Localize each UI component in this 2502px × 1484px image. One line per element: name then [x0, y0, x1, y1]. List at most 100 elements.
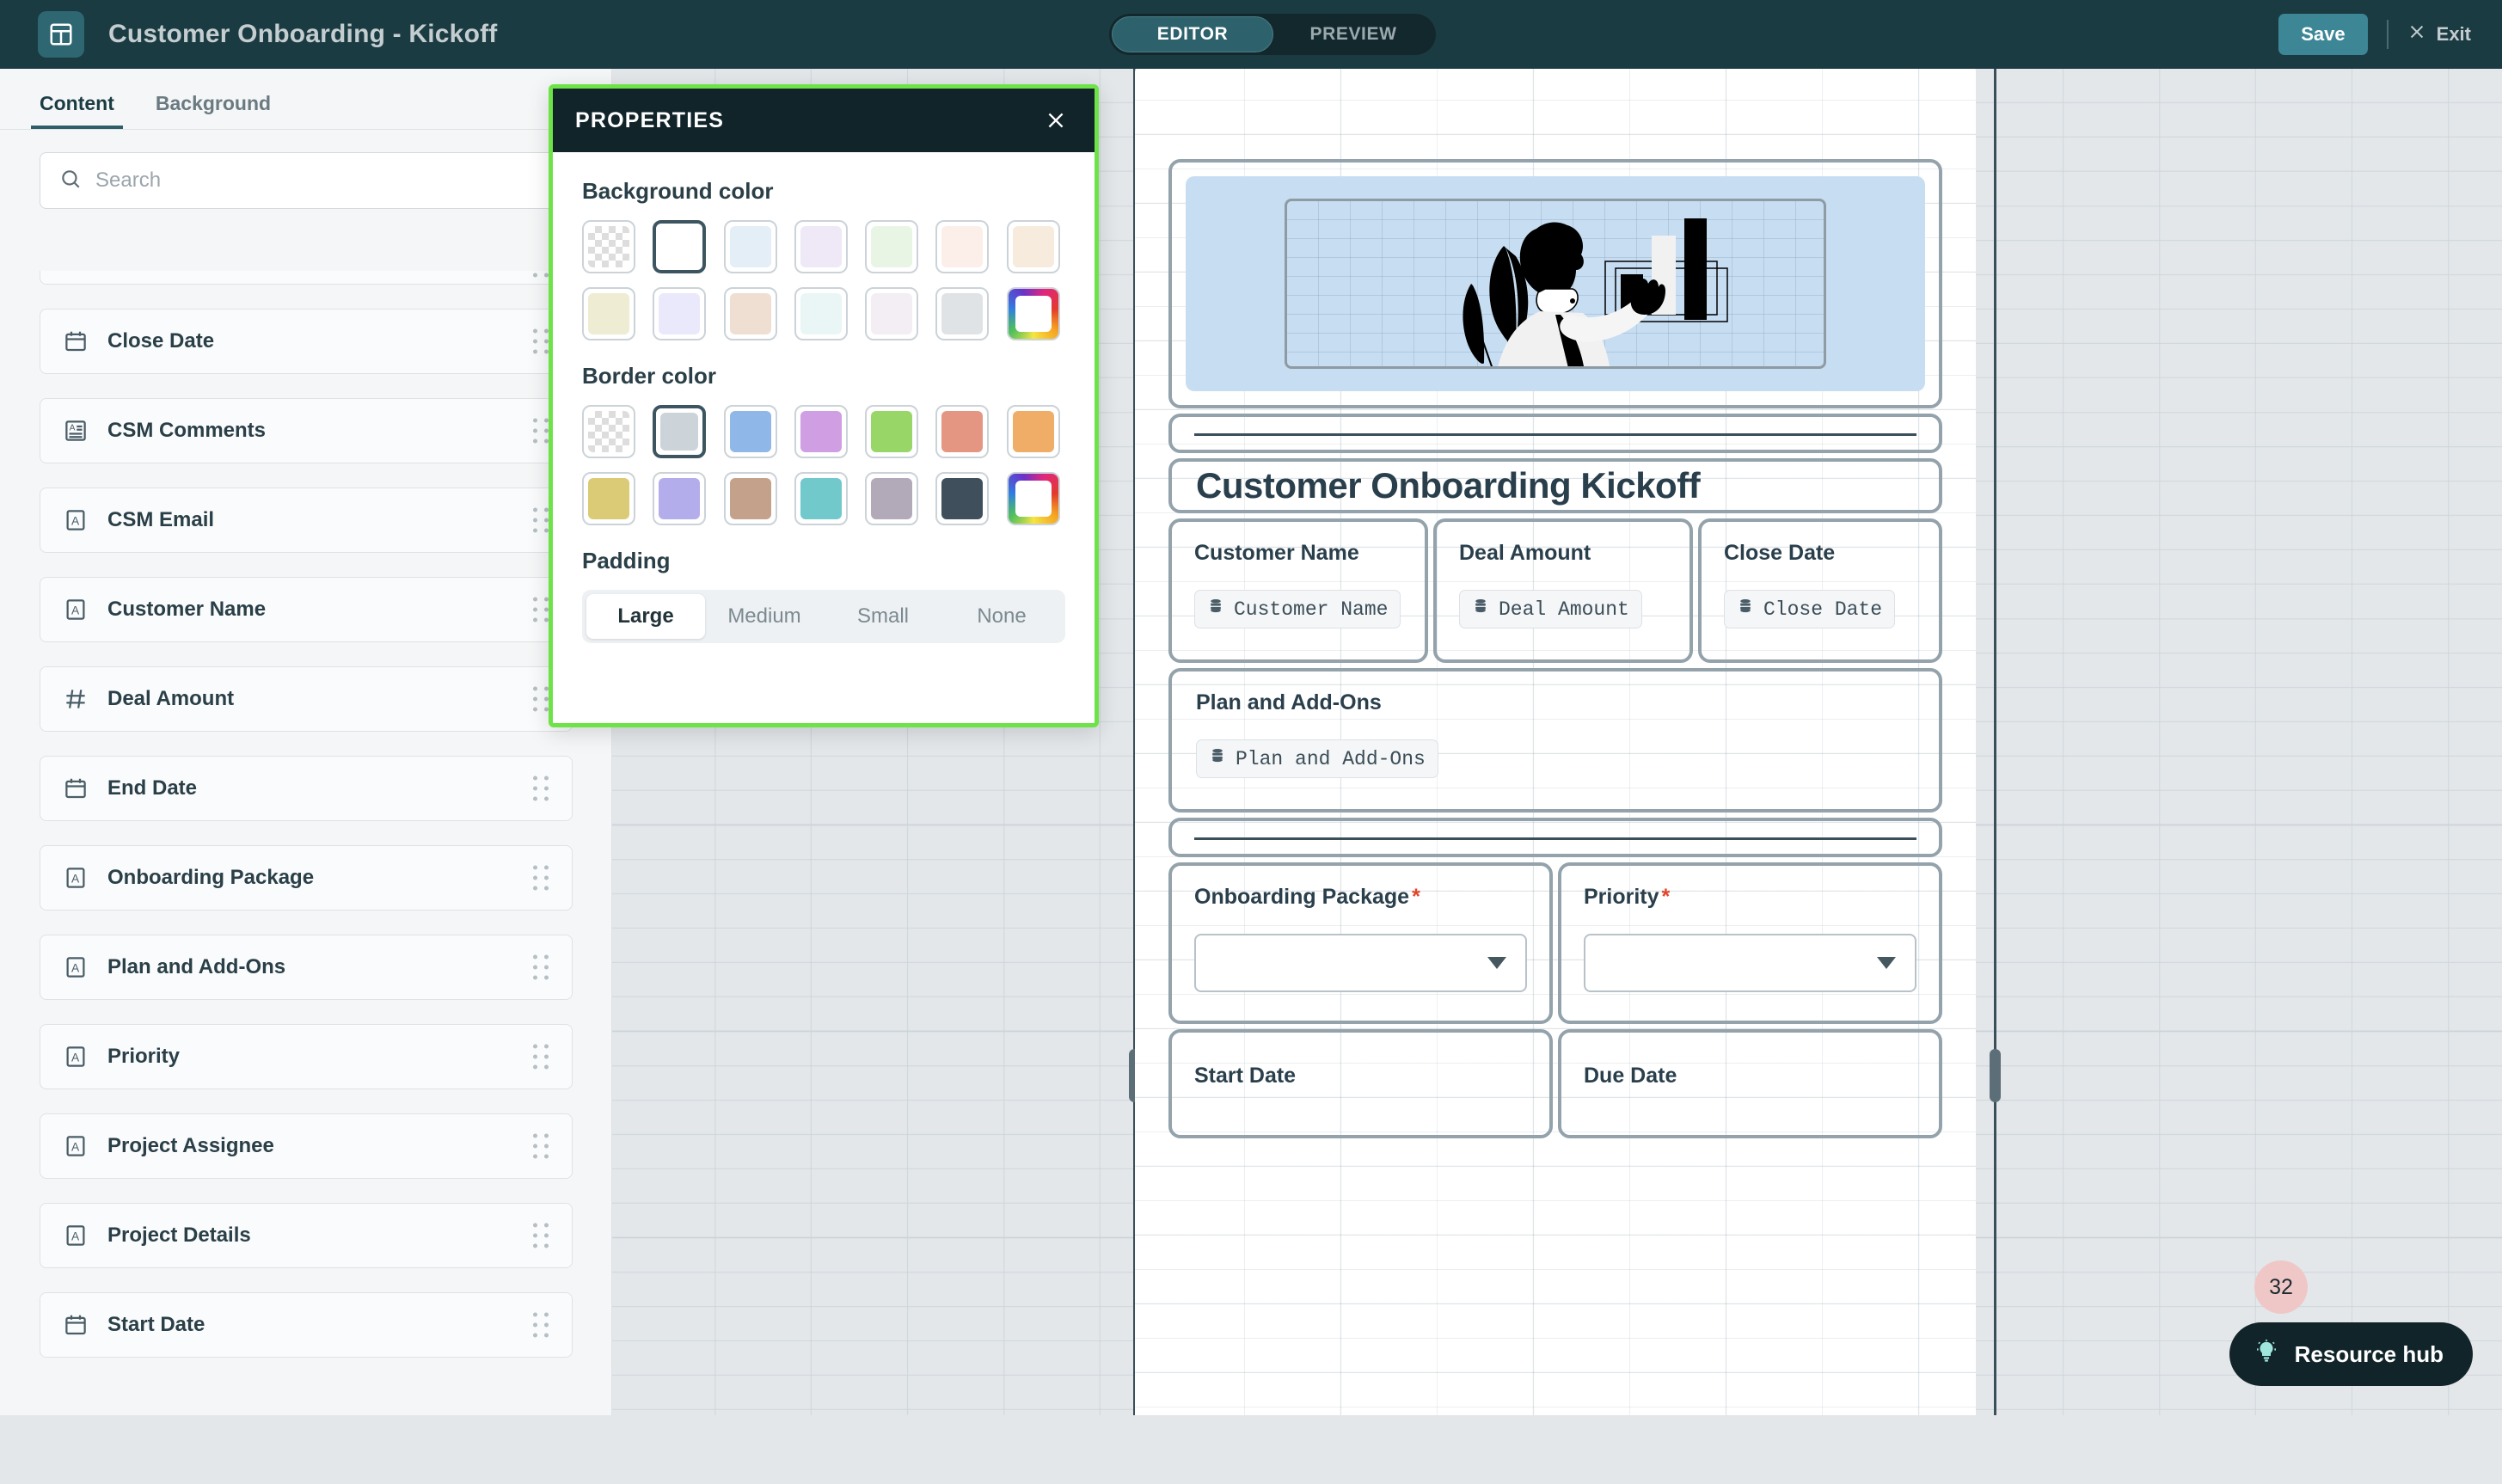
- background-color-swatch-1[interactable]: [653, 220, 706, 273]
- canvas-field-token[interactable]: Close Date: [1724, 590, 1895, 629]
- field-list-item[interactable]: AProject Assignee: [40, 1113, 573, 1179]
- plan-addons-token[interactable]: Plan and Add-Ons: [1196, 739, 1438, 778]
- canvas-dropdown-cell[interactable]: Priority*: [1558, 862, 1942, 1024]
- background-color-swatch-4[interactable]: [865, 220, 918, 273]
- border-color-swatch-3[interactable]: [794, 405, 848, 458]
- field-list-item[interactable]: Start Date: [40, 1292, 573, 1358]
- column-guide-right[interactable]: [1994, 69, 1996, 1415]
- mode-toggle: EDITOR PREVIEW: [1109, 14, 1436, 55]
- border-color-swatch-9[interactable]: [724, 472, 777, 525]
- background-color-swatch-7[interactable]: [582, 287, 635, 340]
- properties-panel: PROPERTIES Background color Border color…: [549, 84, 1099, 727]
- app-board-icon: [38, 11, 84, 58]
- border-color-swatch-4[interactable]: [865, 405, 918, 458]
- canvas-dropdown-label: Onboarding Package*: [1194, 885, 1527, 910]
- canvas-field-cell[interactable]: Customer NameCustomer Name: [1168, 518, 1428, 663]
- background-color-swatch-12[interactable]: [935, 287, 989, 340]
- border-color-swatch-12[interactable]: [935, 472, 989, 525]
- background-color-swatch-8[interactable]: [653, 287, 706, 340]
- padding-option-large[interactable]: Large: [586, 594, 705, 639]
- background-color-swatch-13[interactable]: [1007, 287, 1060, 340]
- field-list-item[interactable]: AProject Details: [40, 1203, 573, 1268]
- border-color-swatch-2[interactable]: [724, 405, 777, 458]
- exit-button[interactable]: Exit: [2407, 22, 2471, 46]
- border-color-swatch-11[interactable]: [865, 472, 918, 525]
- close-icon[interactable]: [1039, 104, 1072, 137]
- background-color-swatch-5[interactable]: [935, 220, 989, 273]
- tab-background[interactable]: Background: [147, 92, 279, 129]
- field-list-item-label: Close Date: [107, 329, 214, 353]
- border-color-swatch-8[interactable]: [653, 472, 706, 525]
- canvas-dropdown-select[interactable]: [1584, 934, 1916, 992]
- save-button[interactable]: Save: [2278, 14, 2367, 55]
- field-list-item[interactable]: APriority: [40, 1024, 573, 1089]
- drag-handle-icon[interactable]: [533, 419, 549, 444]
- search-input[interactable]: [95, 169, 552, 193]
- canvas-field-cell[interactable]: Close DateClose Date: [1698, 518, 1942, 663]
- drag-handle-icon[interactable]: [533, 1223, 549, 1248]
- field-list-item[interactable]: ACSM Email: [40, 488, 573, 553]
- horizontal-rule: [1194, 433, 1916, 436]
- document-page[interactable]: Customer Onboarding Kickoff Customer Nam…: [1135, 69, 1976, 1415]
- canvas-field-cell[interactable]: Deal AmountDeal Amount: [1433, 518, 1693, 663]
- drag-handle-icon[interactable]: [533, 271, 549, 278]
- border-color-swatch-1[interactable]: [653, 405, 706, 458]
- drag-handle-icon[interactable]: [533, 1045, 549, 1070]
- field-list-item[interactable]: End Date: [40, 756, 573, 821]
- column-guide-handle-right[interactable]: [1990, 1049, 2001, 1102]
- field-list-item[interactable]: Close Date: [40, 309, 573, 374]
- properties-body: Background color Border color Padding La…: [553, 152, 1095, 643]
- border-color-swatch-0[interactable]: [582, 405, 635, 458]
- canvas-field-token[interactable]: Deal Amount: [1459, 590, 1642, 629]
- border-color-swatch-6[interactable]: [1007, 405, 1060, 458]
- drag-handle-icon[interactable]: [533, 955, 549, 980]
- border-color-swatch-13[interactable]: [1007, 472, 1060, 525]
- border-color-swatch-5[interactable]: [935, 405, 989, 458]
- padding-option-none[interactable]: None: [942, 594, 1061, 639]
- tab-preview[interactable]: PREVIEW: [1273, 16, 1433, 52]
- background-color-swatch-0[interactable]: [582, 220, 635, 273]
- border-color-swatch-fill: [588, 478, 629, 519]
- svg-text:A: A: [71, 1230, 80, 1243]
- border-color-swatch-7[interactable]: [582, 472, 635, 525]
- field-list-item[interactable]: APlan and Add-Ons: [40, 935, 573, 1000]
- background-color-swatch-2[interactable]: [724, 220, 777, 273]
- tab-content[interactable]: Content: [31, 92, 123, 129]
- canvas-dropdown-select[interactable]: [1194, 934, 1527, 992]
- divider-block-1[interactable]: [1168, 414, 1942, 453]
- drag-handle-icon[interactable]: [533, 776, 549, 801]
- drag-handle-icon[interactable]: [533, 598, 549, 622]
- tab-editor[interactable]: EDITOR: [1112, 16, 1273, 52]
- drag-handle-icon[interactable]: [533, 329, 549, 354]
- background-color-swatch-10[interactable]: [794, 287, 848, 340]
- background-color-swatch-6[interactable]: [1007, 220, 1060, 273]
- properties-header: PROPERTIES: [553, 89, 1095, 152]
- document-title-block[interactable]: Customer Onboarding Kickoff: [1168, 458, 1942, 513]
- field-list-item[interactable]: Actual End Date: [40, 271, 573, 285]
- toolbar-divider: [2387, 20, 2389, 49]
- canvas-field-token[interactable]: Customer Name: [1194, 590, 1401, 629]
- field-list-item[interactable]: Deal Amount: [40, 666, 573, 732]
- background-color-swatch-9[interactable]: [724, 287, 777, 340]
- canvas-dropdown-cell[interactable]: Onboarding Package*: [1168, 862, 1553, 1024]
- field-list-item[interactable]: AOnboarding Package: [40, 845, 573, 911]
- drag-handle-icon[interactable]: [533, 1313, 549, 1338]
- background-color-swatch-11[interactable]: [865, 287, 918, 340]
- canvas-date-cell[interactable]: Start Date: [1168, 1029, 1553, 1138]
- drag-handle-icon[interactable]: [533, 508, 549, 533]
- canvas-date-cell[interactable]: Due Date: [1558, 1029, 1942, 1138]
- divider-block-2[interactable]: [1168, 818, 1942, 857]
- drag-handle-icon[interactable]: [533, 1134, 549, 1159]
- resource-hub-button[interactable]: Resource hub: [2229, 1322, 2473, 1386]
- drag-handle-icon[interactable]: [533, 687, 549, 712]
- background-color-swatch-3[interactable]: [794, 220, 848, 273]
- drag-handle-icon[interactable]: [533, 866, 549, 891]
- search-box[interactable]: [40, 152, 572, 209]
- padding-option-medium[interactable]: Medium: [705, 594, 824, 639]
- hero-image-block[interactable]: [1168, 159, 1942, 408]
- border-color-swatch-10[interactable]: [794, 472, 848, 525]
- field-list-item[interactable]: ACSM Comments: [40, 398, 573, 463]
- padding-option-small[interactable]: Small: [824, 594, 942, 639]
- plan-addons-block[interactable]: Plan and Add-Ons Plan and Add-Ons: [1168, 668, 1942, 813]
- field-list-item[interactable]: ACustomer Name: [40, 577, 573, 642]
